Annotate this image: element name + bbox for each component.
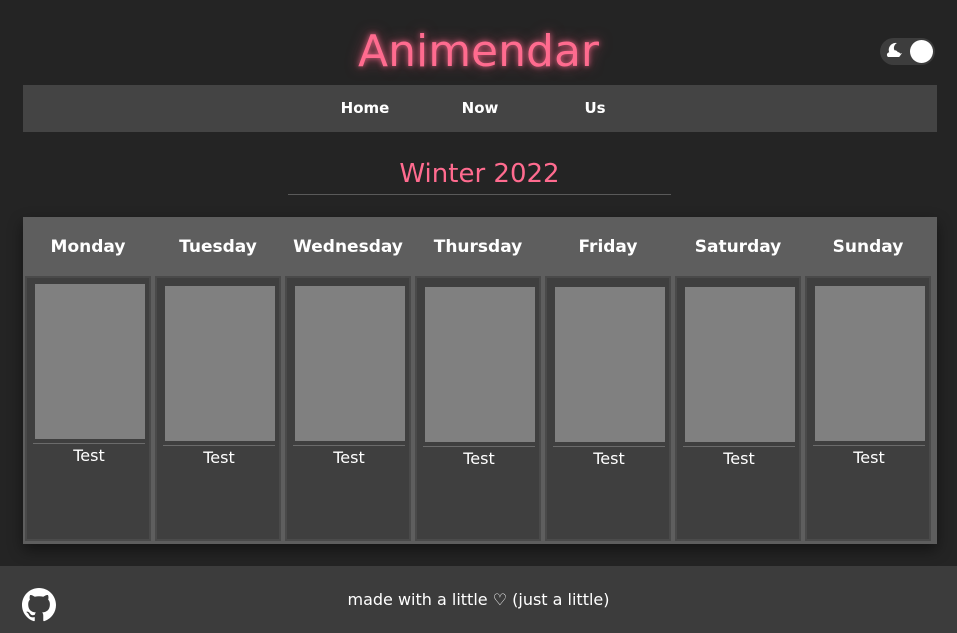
- toggle-knob: [910, 40, 933, 63]
- show-title[interactable]: Test: [423, 448, 535, 470]
- show-card[interactable]: Test: [813, 286, 925, 469]
- nav-link-home[interactable]: Home: [315, 85, 415, 132]
- day-header-thursday: Thursday: [433, 237, 523, 257]
- show-card[interactable]: Test: [423, 287, 535, 470]
- day-header-monday: Monday: [50, 237, 126, 257]
- moon-cloud-icon: [886, 42, 902, 57]
- show-poster[interactable]: [815, 286, 925, 441]
- navbar: Home Now Us: [23, 85, 937, 132]
- day-header-sunday: Sunday: [832, 237, 904, 257]
- day-column-tuesday: Test: [155, 276, 281, 541]
- show-card[interactable]: Test: [293, 286, 405, 469]
- nav-link-now[interactable]: Now: [430, 85, 530, 132]
- show-card[interactable]: Test: [163, 286, 275, 469]
- show-poster[interactable]: [555, 287, 665, 442]
- weekly-calendar: Monday Test Tuesday Test Wednesday Test …: [23, 217, 937, 544]
- show-title[interactable]: Test: [683, 448, 795, 470]
- show-title[interactable]: Test: [163, 447, 275, 469]
- day-column-sunday: Test: [805, 276, 931, 541]
- show-poster[interactable]: [685, 287, 795, 442]
- show-title[interactable]: Test: [293, 447, 405, 469]
- show-title[interactable]: Test: [813, 447, 925, 469]
- show-card[interactable]: Test: [553, 287, 665, 470]
- divider: [293, 445, 405, 446]
- day-header-saturday: Saturday: [694, 237, 782, 257]
- divider: [683, 446, 795, 447]
- show-card[interactable]: Test: [683, 287, 795, 470]
- divider: [553, 446, 665, 447]
- day-header-wednesday: Wednesday: [293, 237, 403, 257]
- day-header-tuesday: Tuesday: [179, 237, 257, 257]
- show-poster[interactable]: [35, 284, 145, 439]
- show-poster[interactable]: [295, 286, 405, 441]
- nav-link-us[interactable]: Us: [545, 85, 645, 132]
- show-poster[interactable]: [165, 286, 275, 441]
- show-card[interactable]: Test: [33, 284, 145, 467]
- show-title[interactable]: Test: [33, 445, 145, 467]
- footer-text: made with a little ♡ (just a little): [347, 590, 610, 609]
- divider: [423, 446, 535, 447]
- day-column-saturday: Test: [675, 276, 801, 541]
- day-column-thursday: Test: [415, 276, 541, 541]
- divider: [33, 443, 145, 444]
- divider: [813, 445, 925, 446]
- day-column-wednesday: Test: [285, 276, 411, 541]
- divider: [163, 445, 275, 446]
- day-header-friday: Friday: [578, 237, 638, 257]
- site-title: Animendar: [357, 26, 599, 77]
- show-poster[interactable]: [425, 287, 535, 442]
- theme-toggle[interactable]: [880, 38, 935, 65]
- day-column-friday: Test: [545, 276, 671, 541]
- footer: made with a little ♡ (just a little): [0, 566, 957, 633]
- day-column-monday: Test: [25, 276, 151, 541]
- show-title[interactable]: Test: [553, 448, 665, 470]
- season-title: Winter 2022: [288, 154, 671, 195]
